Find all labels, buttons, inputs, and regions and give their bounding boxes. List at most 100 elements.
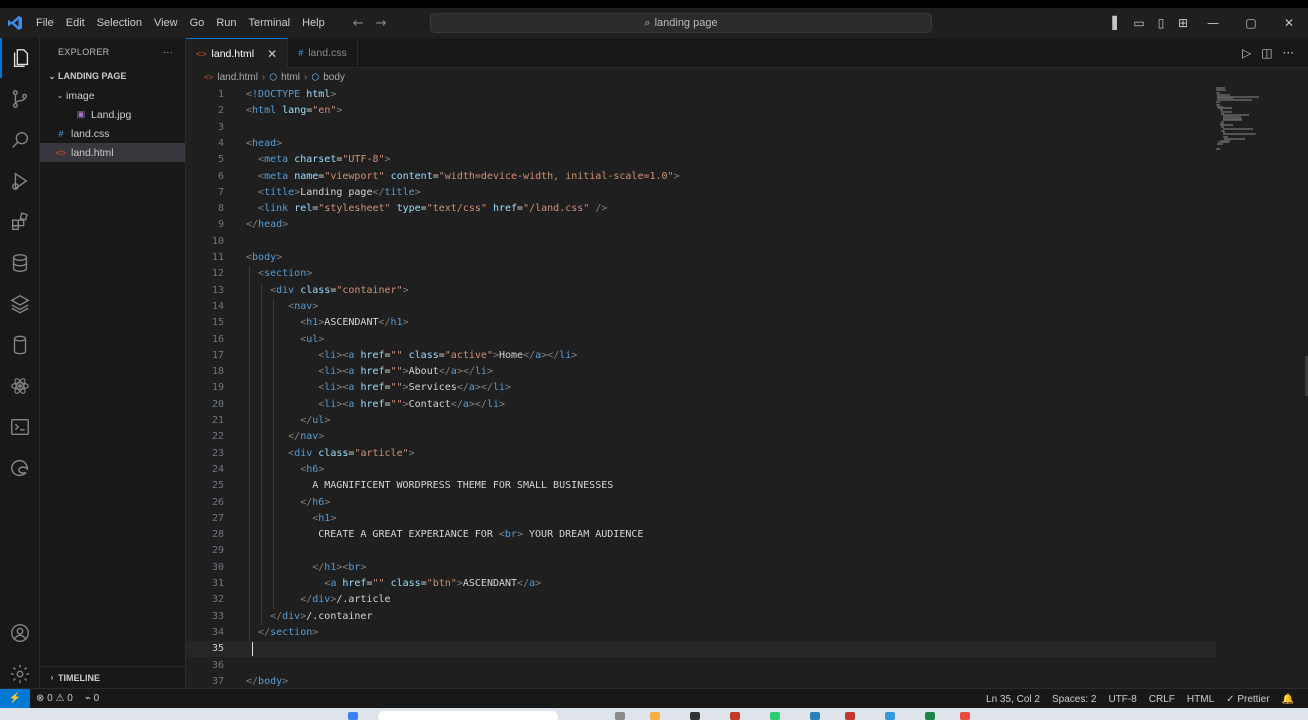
- code-line[interactable]: 16 <ul>: [186, 332, 1216, 348]
- prettier-status[interactable]: ✓ Prettier: [1220, 694, 1275, 705]
- code-line[interactable]: 11 <body>: [186, 250, 1216, 266]
- app-icon[interactable]: [730, 712, 740, 720]
- toggle-panel-icon[interactable]: ▭: [1128, 8, 1150, 38]
- search-sidebar-icon[interactable]: [0, 120, 40, 160]
- more-actions-icon[interactable]: ···: [1283, 46, 1294, 60]
- encoding[interactable]: UTF-8: [1102, 694, 1142, 705]
- tree-item-land-css[interactable]: # land.css: [40, 124, 185, 143]
- code-line[interactable]: 5 <meta charset="UTF-8">: [186, 152, 1216, 168]
- app-icon[interactable]: [810, 712, 820, 720]
- menu-item-file[interactable]: File: [30, 8, 60, 38]
- code-line[interactable]: 35: [186, 641, 1216, 658]
- cursor-position[interactable]: Ln 35, Col 2: [980, 694, 1046, 705]
- code-line[interactable]: 28 CREATE A GREAT EXPERIANCE FOR <br> YO…: [186, 527, 1216, 543]
- timeline-section[interactable]: › TIMELINE: [40, 666, 186, 688]
- terminal-icon[interactable]: [0, 407, 40, 447]
- code-line[interactable]: 10: [186, 234, 1216, 250]
- browser-icon[interactable]: [770, 712, 780, 720]
- split-editor-icon[interactable]: ◫: [1261, 46, 1272, 60]
- indentation[interactable]: Spaces: 2: [1046, 694, 1102, 705]
- app-icon[interactable]: [885, 712, 895, 720]
- menu-item-run[interactable]: Run: [210, 8, 242, 38]
- code-line[interactable]: 26 </h6>: [186, 495, 1216, 511]
- menu-item-terminal[interactable]: Terminal: [243, 8, 297, 38]
- start-icon[interactable]: [348, 712, 358, 720]
- code-line[interactable]: 25 A MAGNIFICENT WORDPRESS THEME FOR SMA…: [186, 478, 1216, 494]
- code-line[interactable]: 22 </nav>: [186, 429, 1216, 445]
- source-control-icon[interactable]: [0, 79, 40, 119]
- code-line[interactable]: 36: [186, 658, 1216, 674]
- edge-browser-icon[interactable]: [0, 448, 40, 488]
- menu-item-view[interactable]: View: [148, 8, 184, 38]
- code-line[interactable]: 13 <div class="container">: [186, 283, 1216, 299]
- tab-land-css[interactable]: # land.css: [288, 38, 358, 68]
- extensions-icon[interactable]: [0, 202, 40, 242]
- code-line[interactable]: 21 </ul>: [186, 413, 1216, 429]
- code-editor[interactable]: 1 <!DOCTYPE html> 2 <html lang="en"> 3 4 <head…: [186, 87, 1216, 687]
- run-file-icon[interactable]: ▷: [1242, 46, 1251, 60]
- toggle-primary-sidebar-icon[interactable]: ▌: [1106, 8, 1128, 38]
- code-line[interactable]: 32 </div>/.article: [186, 592, 1216, 608]
- tree-item-image-folder[interactable]: ⌄ image: [40, 86, 185, 105]
- task-view-icon[interactable]: [615, 712, 625, 720]
- customize-layout-icon[interactable]: ⊞: [1172, 8, 1194, 38]
- layers-icon[interactable]: [0, 284, 40, 324]
- code-line[interactable]: 17 <li><a href="" class="active">Home</a…: [186, 348, 1216, 364]
- code-line[interactable]: 12 <section>: [186, 266, 1216, 282]
- breadcrumb-item[interactable]: land.html: [217, 72, 258, 83]
- code-line[interactable]: 24 <h6>: [186, 462, 1216, 478]
- app-icon[interactable]: [690, 712, 700, 720]
- menu-item-selection[interactable]: Selection: [91, 8, 148, 38]
- code-line[interactable]: 19 <li><a href="">Services</a></li>: [186, 380, 1216, 396]
- code-line[interactable]: 31 <a href="" class="btn">ASCENDANT</a>: [186, 576, 1216, 592]
- toggle-secondary-sidebar-icon[interactable]: ▯: [1150, 8, 1172, 38]
- account-icon[interactable]: [0, 613, 40, 653]
- explorer-icon[interactable]: [0, 38, 40, 78]
- code-line[interactable]: 30 </h1><br>: [186, 560, 1216, 576]
- app-icon[interactable]: [960, 712, 970, 720]
- code-line[interactable]: 14 <nav>: [186, 299, 1216, 315]
- line-endings[interactable]: CRLF: [1143, 694, 1181, 705]
- code-line[interactable]: 29: [186, 543, 1216, 559]
- code-line[interactable]: 15 <h1>ASCENDANT</h1>: [186, 315, 1216, 331]
- code-line[interactable]: 6 <meta name="viewport" content="width=d…: [186, 169, 1216, 185]
- forward-arrow-icon[interactable]: →: [376, 16, 387, 31]
- code-line[interactable]: 34 </section>: [186, 625, 1216, 641]
- remote-indicator-icon[interactable]: ⚡: [0, 688, 30, 708]
- code-line[interactable]: 3: [186, 120, 1216, 136]
- run-debug-icon[interactable]: [0, 161, 40, 201]
- app-icon[interactable]: [925, 712, 935, 720]
- code-line[interactable]: 2 <html lang="en">: [186, 103, 1216, 119]
- react-atom-icon[interactable]: [0, 366, 40, 406]
- minimap[interactable]: [1216, 87, 1276, 151]
- close-tab-icon[interactable]: ✕: [267, 47, 277, 61]
- menu-item-edit[interactable]: Edit: [60, 8, 91, 38]
- breadcrumb-item[interactable]: body: [323, 72, 345, 83]
- taskbar-search[interactable]: [378, 711, 558, 720]
- code-line[interactable]: 7 <title>Landing page</title>: [186, 185, 1216, 201]
- cylinder-icon[interactable]: [0, 325, 40, 365]
- language-mode[interactable]: HTML: [1181, 694, 1220, 705]
- code-line[interactable]: 20 <li><a href="">Contact</a></li>: [186, 397, 1216, 413]
- code-line[interactable]: 33 </div>/.container: [186, 609, 1216, 625]
- code-line[interactable]: 23 <div class="article">: [186, 446, 1216, 462]
- minimize-icon[interactable]: —: [1194, 8, 1232, 38]
- code-line[interactable]: 18 <li><a href="">About</a></li>: [186, 364, 1216, 380]
- more-actions-icon[interactable]: ···: [163, 47, 173, 57]
- workspace-folder[interactable]: ⌄ LANDING PAGE: [40, 66, 185, 86]
- tab-land-html[interactable]: <> land.html ✕: [186, 38, 289, 68]
- database-icon[interactable]: [0, 243, 40, 283]
- code-line[interactable]: 1 <!DOCTYPE html>: [186, 87, 1216, 103]
- close-icon[interactable]: ✕: [1270, 8, 1308, 38]
- code-line[interactable]: 8 <link rel="stylesheet" type="text/css"…: [186, 201, 1216, 217]
- app-icon[interactable]: [845, 712, 855, 720]
- breadcrumb-item[interactable]: html: [281, 72, 300, 83]
- maximize-icon[interactable]: ▢: [1232, 8, 1270, 38]
- notifications-bell-icon[interactable]: 🔔: [1276, 694, 1300, 705]
- code-line[interactable]: 4 <head>: [186, 136, 1216, 152]
- code-line[interactable]: 27 <h1>: [186, 511, 1216, 527]
- menu-item-go[interactable]: Go: [184, 8, 211, 38]
- file-explorer-icon[interactable]: [650, 712, 660, 720]
- ports-indicator[interactable]: ⌁ 0: [79, 693, 105, 704]
- tree-item-land-jpg[interactable]: ▣ Land.jpg: [40, 105, 185, 124]
